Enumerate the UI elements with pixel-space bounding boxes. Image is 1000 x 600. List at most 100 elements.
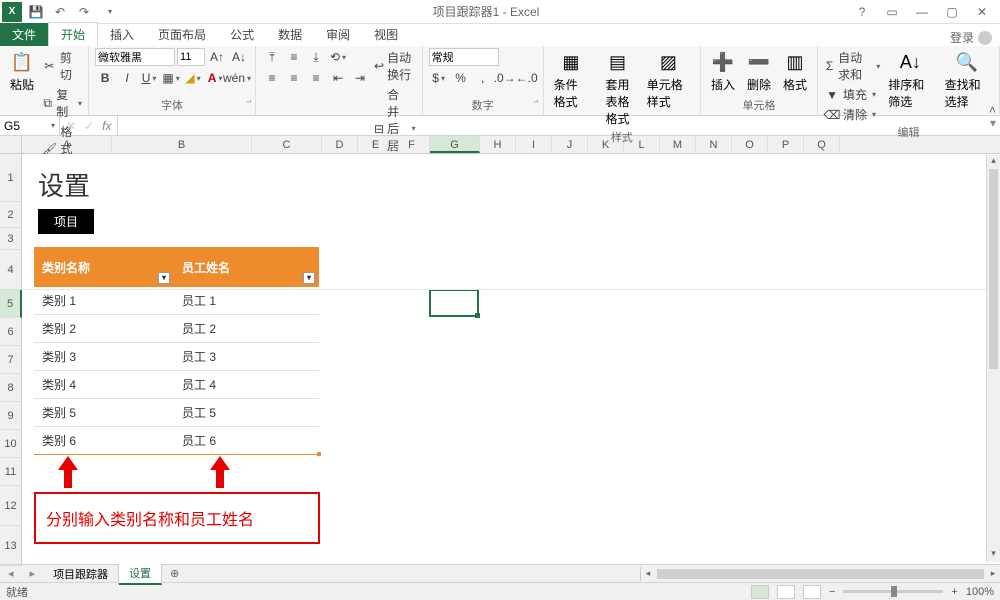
column-header[interactable]: O [732, 136, 768, 153]
file-tab[interactable]: 文件 [0, 23, 48, 46]
fx-icon[interactable]: fx [102, 119, 111, 133]
phonetic-button[interactable]: wén▾ [227, 69, 247, 87]
redo-icon[interactable]: ↷ [74, 2, 94, 22]
scroll-down-icon[interactable]: ▾ [987, 548, 1000, 562]
tab-page-layout[interactable]: 页面布局 [146, 23, 218, 46]
row-header[interactable]: 9 [0, 402, 22, 430]
tab-formulas[interactable]: 公式 [218, 23, 266, 46]
vertical-scrollbar[interactable]: ▴ ▾ [986, 155, 1000, 562]
cells-canvas[interactable]: 设置 项目 类别名称▾ 员工姓名▾ 类别 1员工 1类别 2员工 2类别 3员工… [22, 154, 1000, 564]
column-header[interactable]: F [394, 136, 430, 153]
autosum-button[interactable]: Σ自动求和▾ [824, 48, 880, 84]
row-header[interactable]: 1 [0, 154, 22, 202]
align-top-icon[interactable]: ⤒ [262, 48, 282, 66]
row-header[interactable]: 3 [0, 228, 22, 250]
increase-font-icon[interactable]: A↑ [207, 48, 227, 66]
accounting-format-icon[interactable]: $▾ [429, 69, 449, 87]
table-row[interactable]: 类别 6员工 6 [34, 427, 319, 455]
sheet-nav-prev-icon[interactable]: ◂ [0, 567, 22, 580]
sort-filter-button[interactable]: A↓排序和筛选 [884, 48, 936, 112]
row-header[interactable]: 11 [0, 458, 22, 486]
paste-button[interactable]: 📋 粘贴 [6, 48, 38, 95]
qat-dropdown-icon[interactable]: ▾ [100, 2, 120, 22]
tab-review[interactable]: 审阅 [314, 23, 362, 46]
row-header[interactable]: 10 [0, 430, 22, 458]
cancel-formula-icon[interactable]: ✕ [66, 119, 76, 133]
page-layout-view-icon[interactable] [777, 585, 795, 599]
scroll-thumb[interactable] [657, 569, 984, 579]
number-format-combo[interactable] [429, 48, 499, 66]
italic-button[interactable]: I [117, 69, 137, 87]
decrease-indent-icon[interactable]: ⇤ [328, 69, 348, 87]
align-middle-icon[interactable]: ≡ [284, 48, 304, 66]
select-all-corner[interactable] [0, 136, 22, 153]
add-sheet-icon[interactable]: ⊕ [162, 567, 187, 580]
close-icon[interactable]: ✕ [972, 5, 992, 19]
column-header[interactable]: H [480, 136, 516, 153]
delete-cells-button[interactable]: ➖删除 [743, 48, 775, 95]
page-break-view-icon[interactable] [803, 585, 821, 599]
cell-styles-button[interactable]: ▨单元格样式 [643, 48, 694, 112]
column-header[interactable]: D [322, 136, 358, 153]
font-size-combo[interactable] [177, 48, 205, 66]
fill-color-button[interactable]: ◢▾ [183, 69, 203, 87]
format-cells-button[interactable]: ▥格式 [779, 48, 811, 95]
table-row[interactable]: 类别 1员工 1 [34, 287, 319, 315]
align-bottom-icon[interactable]: ⤓ [306, 48, 326, 66]
fill-button[interactable]: ▼填充▾ [824, 85, 880, 104]
column-header[interactable]: A [22, 136, 112, 153]
column-header[interactable]: B [112, 136, 252, 153]
cut-button[interactable]: ✂剪切 [42, 48, 82, 84]
column-header[interactable]: G [430, 136, 480, 153]
filter-dropdown-icon[interactable]: ▾ [158, 272, 170, 284]
ribbon-options-icon[interactable]: ▭ [882, 5, 902, 19]
find-select-button[interactable]: 🔍查找和选择 [941, 48, 993, 112]
tab-data[interactable]: 数据 [266, 23, 314, 46]
normal-view-icon[interactable] [751, 585, 769, 599]
scroll-up-icon[interactable]: ▴ [987, 155, 1000, 169]
project-button[interactable]: 项目 [38, 209, 94, 234]
zoom-out-icon[interactable]: − [829, 586, 835, 598]
zoom-slider[interactable] [843, 590, 943, 593]
decrease-decimal-icon[interactable]: ←.0 [517, 69, 537, 87]
align-left-icon[interactable]: ≡ [262, 69, 282, 87]
row-header[interactable]: 6 [0, 318, 22, 346]
percent-format-icon[interactable]: % [451, 69, 471, 87]
scroll-right-icon[interactable]: ▸ [986, 568, 1000, 579]
conditional-formatting-button[interactable]: ▦条件格式 [550, 48, 593, 112]
column-header[interactable]: N [696, 136, 732, 153]
horizontal-scrollbar[interactable]: ◂ ▸ [640, 567, 1000, 581]
save-icon[interactable]: 💾 [26, 2, 46, 22]
align-center-icon[interactable]: ≡ [284, 69, 304, 87]
active-cell[interactable] [429, 289, 479, 317]
tab-view[interactable]: 视图 [362, 23, 410, 46]
row-header[interactable]: 2 [0, 202, 22, 228]
maximize-icon[interactable]: ▢ [942, 5, 962, 19]
scroll-left-icon[interactable]: ◂ [641, 568, 655, 579]
row-header[interactable]: 5 [0, 290, 22, 318]
table-row[interactable]: 类别 2员工 2 [34, 315, 319, 343]
zoom-in-icon[interactable]: + [951, 586, 957, 598]
minimize-icon[interactable]: — [912, 5, 932, 19]
row-header[interactable]: 7 [0, 346, 22, 374]
scroll-thumb[interactable] [989, 169, 998, 369]
row-header[interactable]: 13 [0, 526, 22, 566]
column-header[interactable]: I [516, 136, 552, 153]
orientation-icon[interactable]: ⟲▾ [328, 48, 348, 66]
sheet-tab[interactable]: 设置 [119, 563, 162, 585]
name-box[interactable]: G5▾ [0, 116, 60, 135]
row-header[interactable]: 8 [0, 374, 22, 402]
tab-insert[interactable]: 插入 [98, 23, 146, 46]
underline-button[interactable]: U▾ [139, 69, 159, 87]
insert-cells-button[interactable]: ➕插入 [707, 48, 739, 95]
help-icon[interactable]: ? [852, 5, 872, 19]
row-header[interactable]: 4 [0, 250, 22, 290]
enter-formula-icon[interactable]: ✓ [84, 119, 94, 133]
increase-indent-icon[interactable]: ⇥ [350, 69, 370, 87]
zoom-level[interactable]: 100% [966, 586, 994, 598]
align-right-icon[interactable]: ≡ [306, 69, 326, 87]
column-header[interactable]: C [252, 136, 322, 153]
sheet-nav-next-icon[interactable]: ▸ [22, 567, 44, 580]
bold-button[interactable]: B [95, 69, 115, 87]
tab-home[interactable]: 开始 [48, 22, 98, 46]
